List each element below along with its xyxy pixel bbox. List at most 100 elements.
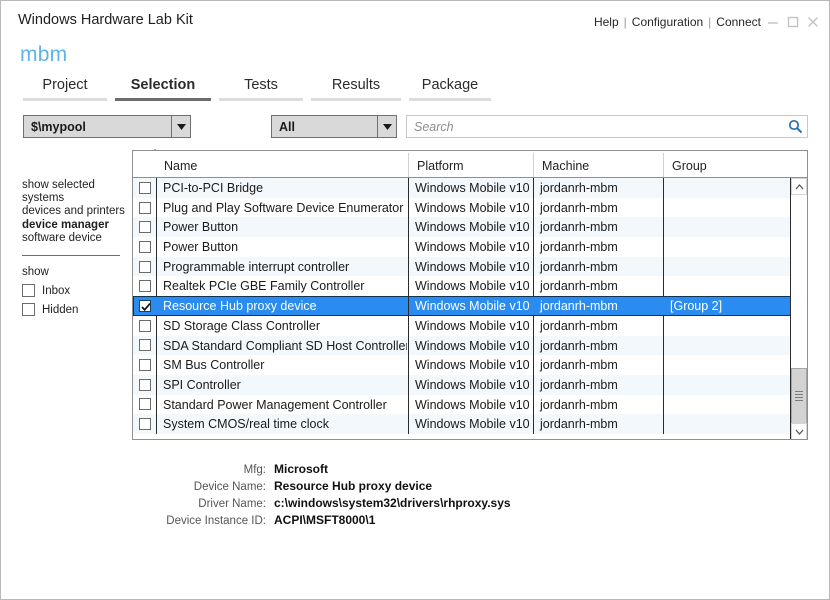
table-row[interactable]: Plug and Play Software Device Enumerator… <box>133 198 792 218</box>
row-checkbox[interactable] <box>133 217 156 237</box>
checkbox-icon[interactable] <box>139 261 151 273</box>
main-tabs: Project Selection Tests Results Package <box>19 75 495 101</box>
checkbox-icon[interactable] <box>139 379 151 391</box>
checkbox-icon[interactable] <box>139 418 151 430</box>
close-icon[interactable] <box>805 14 821 30</box>
checkbox-icon[interactable] <box>139 280 151 292</box>
filter-dropdown[interactable]: All <box>271 115 397 138</box>
cell-platform: Windows Mobile v10 <box>409 316 533 336</box>
detail-row-device-name: Device Name: Resource Hub proxy device <box>151 479 581 496</box>
pool-dropdown[interactable]: $\mypool <box>23 115 191 138</box>
row-checkbox[interactable] <box>133 336 156 356</box>
column-header-machine[interactable]: Machine <box>534 151 664 177</box>
cell-platform: Windows Mobile v10 <box>409 257 533 277</box>
scrollbar-thumb[interactable] <box>791 368 807 424</box>
tab-project[interactable]: Project <box>19 75 111 101</box>
row-checkbox[interactable] <box>133 355 156 375</box>
table-row[interactable]: SD Storage Class ControllerWindows Mobil… <box>133 316 792 336</box>
tab-selection-label: Selection <box>111 77 215 93</box>
device-details-panel: Mfg: Microsoft Device Name: Resource Hub… <box>151 462 581 530</box>
cell-name: Power Button <box>157 217 407 237</box>
tab-selection[interactable]: Selection <box>111 75 215 101</box>
table-row[interactable]: Realtek PCIe GBE Family ControllerWindow… <box>133 276 792 296</box>
checkbox-icon[interactable] <box>139 320 151 332</box>
sidebar-item-software-device[interactable]: software device <box>22 232 126 245</box>
cell-platform: Windows Mobile v10 <box>409 296 533 316</box>
table-row[interactable]: Resource Hub proxy deviceWindows Mobile … <box>133 296 792 316</box>
checkbox-icon[interactable] <box>139 221 151 233</box>
grid-vertical-scrollbar[interactable] <box>790 178 807 440</box>
row-checkbox[interactable] <box>133 276 156 296</box>
cell-platform: Windows Mobile v10 <box>409 276 533 296</box>
maximize-icon[interactable] <box>785 14 801 30</box>
table-row[interactable]: SM Bus ControllerWindows Mobile v10jorda… <box>133 355 792 375</box>
chevron-down-icon[interactable] <box>377 116 396 137</box>
menu-item-configuration[interactable]: Configuration <box>632 15 703 29</box>
search-input[interactable] <box>407 119 783 135</box>
row-checkbox[interactable] <box>133 237 156 257</box>
search-icon[interactable] <box>783 116 807 137</box>
sidebar-item-device-manager[interactable]: device manager <box>22 219 126 232</box>
detail-row-mfg: Mfg: Microsoft <box>151 462 581 479</box>
row-checkbox[interactable] <box>133 316 156 336</box>
table-row[interactable]: Power ButtonWindows Mobile v10jordanrh-m… <box>133 217 792 237</box>
cell-group <box>664 375 792 395</box>
column-header-platform[interactable]: Platform <box>409 151 534 177</box>
sidebar-checkbox-inbox[interactable]: Inbox <box>22 284 126 297</box>
sidebar-item-systems[interactable]: systems <box>22 192 126 205</box>
checkbox-icon[interactable] <box>22 303 35 316</box>
table-row[interactable]: Standard Power Management ControllerWind… <box>133 395 792 415</box>
chevron-down-icon[interactable] <box>171 116 190 137</box>
row-checkbox[interactable] <box>133 395 156 415</box>
checkbox-icon[interactable] <box>22 284 35 297</box>
menu-item-help[interactable]: Help <box>594 15 619 29</box>
table-row[interactable]: SDA Standard Compliant SD Host Controlle… <box>133 336 792 356</box>
sidebar-checkbox-hidden[interactable]: Hidden <box>22 303 126 316</box>
checkbox-icon[interactable] <box>139 398 151 410</box>
tab-results[interactable]: Results <box>307 75 405 101</box>
sidebar-item-show-selected[interactable]: show selected <box>22 179 126 192</box>
row-checkbox[interactable] <box>133 414 156 434</box>
table-row[interactable]: PCI-to-PCI BridgeWindows Mobile v10jorda… <box>133 178 792 198</box>
sidebar-checkbox-inbox-label: Inbox <box>42 285 70 297</box>
minimize-icon[interactable] <box>765 14 781 30</box>
cell-group <box>664 217 792 237</box>
search-box[interactable] <box>406 115 808 138</box>
row-checkbox[interactable] <box>133 178 156 198</box>
detail-label-device-name: Device Name: <box>151 481 266 493</box>
table-row[interactable]: Programmable interrupt controllerWindows… <box>133 257 792 277</box>
checkbox-icon[interactable] <box>139 339 151 351</box>
checkbox-icon[interactable] <box>139 182 151 194</box>
cell-group <box>664 355 792 375</box>
tab-tests[interactable]: Tests <box>215 75 307 101</box>
table-row[interactable]: System CMOS/real time clockWindows Mobil… <box>133 414 792 434</box>
project-name: mbm <box>20 43 67 67</box>
table-row[interactable]: Power ButtonWindows Mobile v10jordanrh-m… <box>133 237 792 257</box>
table-row[interactable]: SPI ControllerWindows Mobile v10jordanrh… <box>133 375 792 395</box>
row-checkbox[interactable] <box>133 198 156 218</box>
app-title: Windows Hardware Lab Kit <box>18 12 193 28</box>
row-checkbox[interactable] <box>133 296 156 316</box>
sidebar-checkbox-hidden-label: Hidden <box>42 304 78 316</box>
checkbox-icon[interactable] <box>139 359 151 371</box>
cell-platform: Windows Mobile v10 <box>409 414 533 434</box>
checkbox-icon[interactable] <box>139 241 151 253</box>
column-header-group[interactable]: Group <box>664 151 792 177</box>
menu-item-connect[interactable]: Connect <box>716 15 761 29</box>
checkbox-icon[interactable] <box>139 202 151 214</box>
detail-value-driver-name: c:\windows\system32\drivers\rhproxy.sys <box>274 496 511 510</box>
scroll-down-icon[interactable] <box>791 423 807 440</box>
sidebar-item-devices-and-printers[interactable]: devices and printers <box>22 205 126 218</box>
tab-results-label: Results <box>307 77 405 93</box>
tab-package[interactable]: Package <box>405 75 495 101</box>
column-header-name[interactable]: Name <box>156 151 409 177</box>
cell-name: PCI-to-PCI Bridge <box>157 178 407 198</box>
scroll-up-icon[interactable] <box>791 178 807 195</box>
row-checkbox[interactable] <box>133 375 156 395</box>
detail-label-mfg: Mfg: <box>151 464 266 476</box>
cell-group <box>664 178 792 198</box>
row-checkbox[interactable] <box>133 257 156 277</box>
sidebar-divider <box>22 255 120 256</box>
checkbox-checked-icon[interactable] <box>139 300 151 312</box>
device-grid: Name Platform Machine Group PCI-to-PCI B… <box>132 150 808 440</box>
